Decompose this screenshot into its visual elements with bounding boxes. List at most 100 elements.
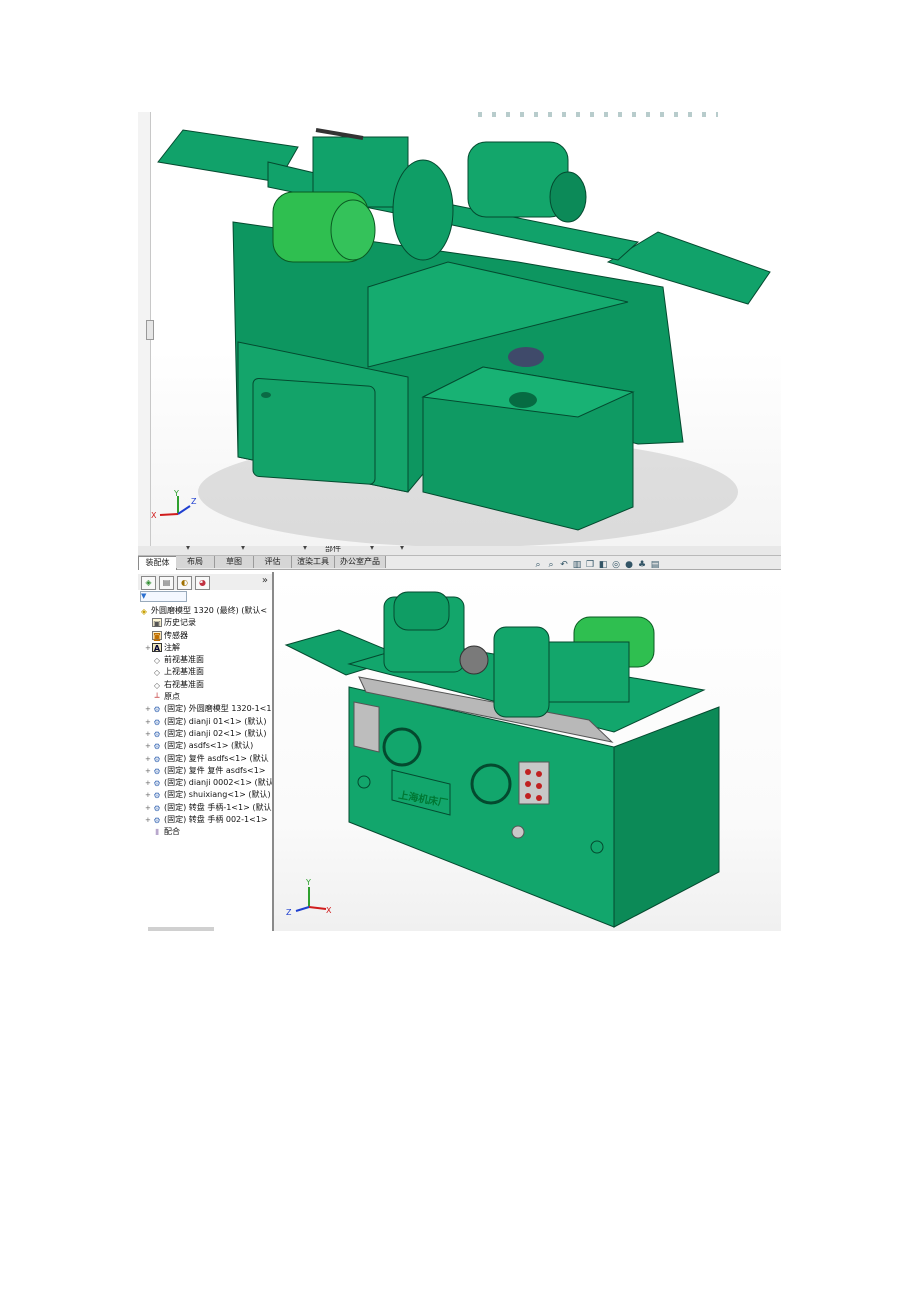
tab-render-tools[interactable]: 渲染工具 [292, 556, 335, 568]
triad-x-label: X [151, 511, 157, 520]
button-panel [518, 761, 550, 805]
plane-icon: ◇ [153, 680, 161, 690]
tree-node-label: (固定) shuixiang<1> (默认) [164, 790, 271, 800]
coordinate-triad: X Y Z [151, 490, 197, 520]
previous-view-icon[interactable]: ↶ [559, 560, 569, 572]
tab-evaluate[interactable]: 评估 [254, 556, 292, 568]
tree-node[interactable]: + ⚙ (固定) 复件 复件 asdfs<1> [139, 765, 272, 777]
tree-node-label: (固定) 外圆磨模型 1320-1<1 [164, 704, 272, 714]
tree-node[interactable]: ▣ 历史记录 [139, 617, 272, 629]
tree-node[interactable]: + A 注解 [139, 642, 272, 654]
right-motor-fan [549, 171, 587, 223]
tree-node[interactable]: + ⚙ (固定) dianji 02<1> (默认) [139, 728, 272, 740]
grinding-machine-model-front: 上海机床厂 [284, 591, 720, 928]
feature-manager-panel: ◈ ▤ ◐ ◕ » ▼ ◈ 外圆磨模型 1320 (最终) (默认< ▣ 历史记录 ◙ 传… [138, 572, 274, 931]
machine-bed-side [613, 706, 720, 928]
edit-appearance-icon[interactable]: ● [624, 560, 634, 572]
tree-node-label: 右视基准面 [164, 679, 204, 689]
tree-node[interactable]: + ⚙ (固定) dianji 01<1> (默认) [139, 716, 272, 728]
apply-scene-icon[interactable]: ♣ [637, 560, 647, 572]
tree-expander-icon[interactable]: + [145, 802, 152, 814]
door-handle [261, 392, 271, 398]
tree-node[interactable]: ◈ 外圆磨模型 1320 (最终) (默认< [139, 605, 272, 617]
tab-sketch[interactable]: 草图 [215, 556, 254, 568]
dropdown-arrow[interactable]: ▾ [241, 546, 245, 552]
section-view-icon[interactable]: ▥ [572, 560, 582, 572]
assembly-icon: ◈ [140, 607, 148, 616]
tree-node-label: (固定) 复件 复件 asdfs<1> [164, 765, 266, 775]
subassembly-icon: ⚙ [153, 803, 161, 813]
triad-x-label: X [326, 906, 332, 915]
coordinate-triad: Y X Z [286, 878, 332, 917]
feature-manager-tabs: ◈ ▤ ◐ ◕ » [138, 574, 272, 590]
tree-node[interactable]: ◇ 前视基准面 [139, 654, 272, 666]
pump-motor [508, 347, 544, 367]
display-style-icon[interactable]: ◧ [598, 560, 608, 572]
view-orientation-icon[interactable]: ❒ [585, 560, 595, 572]
triad-y-label: Y [305, 878, 311, 887]
tree-node-label: 前视基准面 [164, 655, 204, 665]
tab-layout[interactable]: 布局 [176, 556, 215, 568]
command-group-label[interactable]: 部件 [325, 546, 341, 554]
tree-node[interactable]: ◇ 上视基准面 [139, 666, 272, 678]
tree-expander-icon[interactable]: + [145, 703, 152, 715]
tree-expander-icon[interactable]: + [145, 789, 152, 801]
right-head [548, 641, 630, 703]
tree-expander-icon[interactable]: + [145, 728, 152, 740]
tree-node[interactable]: + ⚙ (固定) 转盘 手柄 002-1<1> [139, 814, 272, 826]
tree-expander-icon[interactable]: + [145, 716, 152, 728]
property-manager-tab-icon[interactable]: ▤ [159, 576, 174, 590]
subassembly-icon: ⚙ [153, 816, 161, 826]
horizontal-scrollbar[interactable] [148, 927, 214, 931]
graphics-area[interactable]: 上海机床厂 Y X Z [274, 572, 781, 931]
dropdown-arrow[interactable]: ▾ [400, 546, 404, 552]
tree-node[interactable]: + ⚙ (固定) 外圆磨模型 1320-1<1 [139, 703, 272, 715]
tree-node[interactable]: + ⚙ (固定) shuixiang<1> (默认) [139, 789, 272, 801]
tree-node[interactable]: ◇ 右视基准面 [139, 679, 272, 691]
tree-node-label: (固定) asdfs<1> (默认) [164, 741, 254, 751]
configuration-manager-tab-icon[interactable]: ◐ [177, 576, 192, 590]
feature-manager-tab-icon[interactable]: ◈ [141, 576, 156, 590]
tree-expander-icon[interactable]: + [145, 740, 152, 752]
zoom-area-icon[interactable]: ⌕ [546, 560, 556, 572]
tree-expander-icon[interactable]: + [145, 814, 152, 826]
mates-icon: ⫴ [155, 828, 159, 838]
tree-node[interactable]: + ⚙ (固定) 复件 asdfs<1> (默认 [139, 753, 272, 765]
tree-node[interactable]: ⫴ 配合 [139, 826, 272, 838]
display-manager-tab-icon[interactable]: ◕ [195, 576, 210, 590]
tree-expander-icon[interactable]: + [145, 642, 152, 654]
hide-show-icon[interactable]: ◎ [611, 560, 621, 572]
dropdown-arrow[interactable]: ▾ [303, 546, 307, 552]
heads-up-view-toolbar: ⌕ ⌕ ↶ ▥ ❒ ◧ ◎ ● ♣ ▤ [533, 560, 660, 572]
tab-assembly[interactable]: 装配体 [138, 556, 177, 570]
subassembly-icon: ⚙ [153, 766, 161, 776]
more-tabs-chevron[interactable]: » [262, 575, 268, 586]
tree-node[interactable]: ┴ 原点 [139, 691, 272, 703]
dropdown-arrow[interactable]: ▾ [370, 546, 374, 552]
zoom-to-fit-icon[interactable]: ⌕ [533, 560, 543, 572]
command-manager-tabs: 装配体 布局 草图 评估 渲染工具 办公室产品 [138, 556, 781, 570]
triad-z-label: Z [191, 497, 197, 506]
tab-office-products[interactable]: 办公室产品 [335, 556, 386, 568]
subassembly-icon: ⚙ [153, 791, 161, 801]
subassembly-icon: ⚙ [153, 717, 161, 727]
tree-expander-icon[interactable]: + [145, 777, 152, 789]
dropdown-arrow[interactable]: ▾ [186, 546, 190, 552]
feature-tree: ◈ 外圆磨模型 1320 (最终) (默认< ▣ 历史记录 ◙ 传感器 + A 注解 ◇ 前视基准面… [139, 605, 272, 839]
tree-node-label: 上视基准面 [164, 667, 204, 677]
workhead [493, 626, 550, 718]
filter-icon[interactable]: ▼ [140, 591, 187, 602]
tree-expander-icon[interactable]: + [145, 753, 152, 765]
tree-node-label: (固定) 转盘 手柄 002-1<1> [164, 815, 268, 825]
tree-expander-icon[interactable]: + [145, 765, 152, 777]
tree-node[interactable]: + ⚙ (固定) asdfs<1> (默认) [139, 740, 272, 752]
cabinet-door [252, 377, 376, 485]
history-icon: ▣ [152, 618, 162, 629]
tree-node[interactable]: + ⚙ (固定) dianji 0002<1> (默认 [139, 777, 272, 789]
view-settings-icon[interactable]: ▤ [650, 560, 660, 572]
tree-node[interactable]: + ⚙ (固定) 转盘 手柄-1<1> (默认 [139, 802, 272, 814]
tree-node[interactable]: ◙ 传感器 [139, 630, 272, 642]
origin-icon: ┴ [154, 693, 160, 703]
grinding-machine-model-top [157, 128, 771, 546]
plane-icon: ◇ [153, 656, 161, 666]
